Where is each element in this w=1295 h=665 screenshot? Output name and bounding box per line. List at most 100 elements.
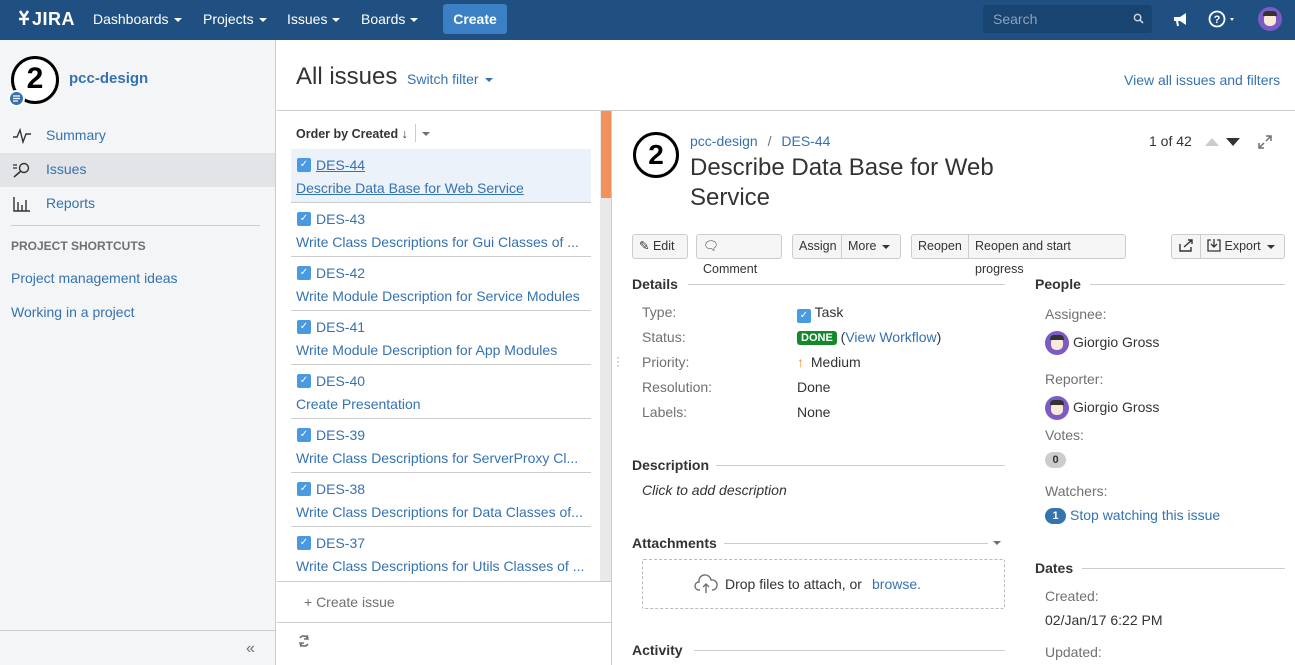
svg-text:?: ?	[1214, 14, 1221, 26]
switch-filter-dropdown[interactable]: Switch filter	[407, 71, 493, 87]
type-value: ✓ Task	[797, 304, 843, 323]
breadcrumb-project-link[interactable]: pcc-design	[690, 133, 758, 149]
issue-list-item[interactable]: ✓ DES-43 Write Class Descriptions for Gu…	[291, 203, 591, 257]
share-icon	[1179, 239, 1193, 252]
browse-link[interactable]: browse.	[872, 576, 921, 592]
issue-list-item[interactable]: ✓ DES-41 Write Module Description for Ap…	[291, 311, 591, 365]
assign-label: Assign	[799, 239, 837, 253]
task-type-icon: ✓	[797, 309, 811, 323]
issue-list-item[interactable]: ✓ DES-39 Write Class Descriptions for Se…	[291, 419, 591, 473]
list-detail-splitter[interactable]	[611, 111, 612, 665]
splitter-handle-icon[interactable]: · · ·	[616, 351, 620, 371]
issue-list-item[interactable]: ✓ DES-40 Create Presentation	[291, 365, 591, 419]
chevron-down-icon	[484, 78, 493, 83]
assignee-name[interactable]: Giorgio Gross	[1073, 334, 1159, 350]
create-button[interactable]: Create	[443, 4, 507, 34]
stop-watching-link[interactable]: Stop watching this issue	[1070, 507, 1220, 523]
collapse-sidebar-icon[interactable]: «	[246, 640, 255, 658]
reporter-name[interactable]: Giorgio Gross	[1073, 399, 1159, 415]
more-button[interactable]: More	[841, 234, 901, 259]
search-input[interactable]: Search	[983, 5, 1152, 33]
assign-button[interactable]: Assign	[792, 234, 842, 259]
sort-arrow-icon: ↓	[401, 127, 408, 141]
priority-text: Medium	[810, 354, 861, 370]
issue-summary: Write Class Descriptions for Data Classe…	[296, 504, 583, 520]
created-date: 02/Jan/17 6:22 PM	[1045, 612, 1163, 628]
issue-list-item[interactable]: ✓ DES-42 Write Module Description for Se…	[291, 257, 591, 311]
task-checkbox-icon: ✓	[297, 320, 311, 334]
issue-summary: Write Class Descriptions for Utils Class…	[296, 558, 585, 574]
shortcut-working-in-a-project[interactable]: Working in a project	[11, 304, 134, 320]
votes-label: Votes:	[1045, 427, 1084, 443]
reopen-and-start-progress-button[interactable]: Reopen and start progress	[968, 234, 1126, 276]
jira-logo-icon	[18, 10, 30, 25]
task-checkbox-icon: ✓	[297, 158, 311, 172]
sidebar-divider	[11, 225, 260, 226]
sidebar-footer-divider	[0, 630, 275, 631]
watchers-label: Watchers:	[1045, 483, 1108, 499]
share-button[interactable]	[1171, 234, 1201, 259]
comment-button[interactable]: 🗨 Comment	[696, 234, 782, 276]
task-checkbox-icon: ✓	[297, 266, 311, 280]
issue-project-avatar: 2	[633, 132, 679, 178]
order-options-chevron-icon[interactable]	[422, 132, 430, 136]
attachment-drop-zone[interactable]: Drop files to attach, or browse.	[642, 559, 1005, 609]
view-workflow-link[interactable]: View Workflow	[845, 329, 936, 345]
issue-list-item-selected[interactable]: ✓ DES-44 Describe Data Base for Web Serv…	[291, 149, 591, 203]
comment-icon: 🗨	[703, 239, 719, 253]
export-label: Export	[1224, 239, 1261, 253]
sidebar-item-label: Reports	[46, 195, 96, 211]
edit-button[interactable]: ✎ Edit	[632, 234, 688, 259]
labels-value[interactable]: None	[797, 404, 830, 420]
shortcut-project-management-ideas[interactable]: Project management ideas	[11, 270, 178, 286]
sidebar-item-issues[interactable]: Issues	[0, 153, 275, 187]
attachments-options-chevron-icon[interactable]	[993, 541, 1001, 545]
issue-key: DES-39	[316, 427, 366, 443]
status-badge: DONE	[797, 331, 837, 345]
nav-dashboards[interactable]: Dashboards	[93, 11, 182, 27]
user-avatar[interactable]	[1258, 7, 1282, 31]
create-issue-link[interactable]: + Create issue	[304, 594, 395, 610]
page-title: All issues	[296, 63, 398, 90]
breadcrumb-issue-key-link[interactable]: DES-44	[781, 133, 830, 149]
sidebar-item-summary[interactable]: Summary	[0, 119, 275, 153]
issue-list-item[interactable]: ✓ DES-37 Write Class Descriptions for Ut…	[291, 527, 591, 581]
chevron-down-icon	[410, 18, 419, 23]
nav-boards[interactable]: Boards	[361, 11, 419, 27]
reopen-label: Reopen	[918, 239, 962, 253]
breadcrumb: pcc-design / DES-44	[690, 133, 830, 149]
list-scrollbar-thumb[interactable]	[601, 111, 611, 198]
expand-icon[interactable]	[1257, 134, 1273, 150]
description-placeholder[interactable]: Click to add description	[642, 482, 787, 498]
help-icon[interactable]: ?	[1208, 10, 1238, 28]
votes-count-badge[interactable]: 0	[1045, 452, 1066, 468]
resolution-value: Done	[797, 379, 831, 395]
chevron-down-icon	[1266, 244, 1275, 249]
reports-chart-icon	[13, 197, 30, 212]
order-by-created[interactable]: Order by Created ↓	[296, 127, 408, 141]
cloud-upload-icon	[694, 574, 718, 593]
view-all-issues-link[interactable]: View all issues and filters	[1124, 72, 1280, 88]
export-icon	[1207, 239, 1221, 252]
next-issue-icon[interactable]	[1226, 138, 1240, 146]
previous-issue-icon[interactable]	[1205, 138, 1219, 146]
nav-projects[interactable]: Projects	[203, 11, 267, 27]
nav-issues[interactable]: Issues	[287, 11, 341, 27]
dates-divider	[1082, 568, 1285, 569]
export-button[interactable]: Export	[1200, 234, 1285, 259]
issue-title[interactable]: Describe Data Base for Web Service	[690, 153, 1030, 213]
sidebar-item-reports[interactable]: Reports	[0, 187, 275, 221]
issue-list-item[interactable]: ✓ DES-38 Write Class Descriptions for Da…	[291, 473, 591, 527]
jira-logo[interactable]: JIRA	[16, 9, 75, 30]
issue-summary: Describe Data Base for Web Service	[296, 180, 524, 196]
refresh-icon[interactable]	[297, 634, 311, 648]
details-divider	[688, 284, 1005, 285]
project-name-link[interactable]: pcc-design	[69, 70, 148, 87]
watchers-count-badge[interactable]: 1	[1045, 508, 1066, 524]
reopen-button[interactable]: Reopen	[911, 234, 969, 259]
status-value: DONE (View Workflow)	[797, 329, 941, 345]
issue-key: DES-42	[316, 265, 366, 281]
search-placeholder: Search	[993, 11, 1038, 27]
megaphone-icon[interactable]	[1172, 11, 1190, 28]
attachments-heading: Attachments	[632, 535, 717, 551]
